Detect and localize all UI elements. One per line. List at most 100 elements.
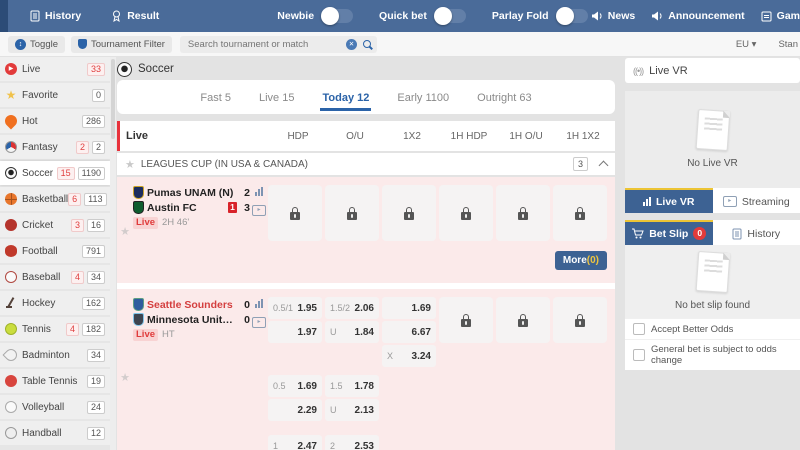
sidebar-item-handball[interactable]: Handball 12 xyxy=(0,421,110,445)
sidebar-item-hot[interactable]: Hot 286 xyxy=(0,109,110,133)
news-button[interactable]: News xyxy=(591,10,635,22)
search-box: ✕ xyxy=(180,36,377,53)
scrollbar-thumb[interactable] xyxy=(111,59,115,139)
odds-cell-hdp[interactable]: 12.47 xyxy=(268,435,322,450)
total-count-badge: 791 xyxy=(82,245,105,258)
total-count-badge: 113 xyxy=(84,193,106,206)
odds-change-checkbox[interactable] xyxy=(633,349,645,361)
odds-cell-1x2[interactable]: 1.69 xyxy=(382,297,436,319)
tab-history[interactable]: History xyxy=(713,220,800,245)
sidebar-item-table-tennis[interactable]: Table Tennis 19 xyxy=(0,369,110,393)
shuttlecock-icon xyxy=(3,347,20,364)
history-nav-button[interactable]: History xyxy=(30,10,81,22)
sidebar-item-volleyball[interactable]: Volleyball 24 xyxy=(0,395,110,419)
tab-outright[interactable]: Outright 63 xyxy=(475,84,533,111)
search-icon[interactable] xyxy=(363,40,371,48)
lock-icon xyxy=(461,212,471,220)
sidebar-item-soccer[interactable]: Soccer 15 1190 xyxy=(0,161,110,185)
stats-icon[interactable] xyxy=(255,187,263,196)
search-input[interactable] xyxy=(186,38,346,51)
game-label: Gam xyxy=(777,10,800,22)
view-mode-dropdown[interactable]: Stan xyxy=(778,39,798,50)
odds-cell-1x2[interactable]: 6.67 xyxy=(382,321,436,343)
tournament-filter-button[interactable]: Tournament Filter xyxy=(71,36,172,53)
empty-paper-icon xyxy=(695,251,730,293)
bet-slip-count-badge: 0 xyxy=(693,227,706,240)
collapse-chevron-icon[interactable] xyxy=(599,160,609,170)
sidebar-item-label: Fantasy xyxy=(22,142,58,153)
total-count-badge: 16 xyxy=(87,219,105,232)
odds-cell-hdp[interactable]: 2.29 xyxy=(268,399,322,421)
odds-cell-ou[interactable]: U2.13 xyxy=(325,399,379,421)
tab-today[interactable]: Today 12 xyxy=(320,84,371,111)
toggle-icon: ↕ xyxy=(15,39,26,50)
match-star-icon[interactable]: ★ xyxy=(120,225,130,238)
tv-stream-icon[interactable]: ▸ xyxy=(252,317,266,328)
league-header[interactable]: ★ LEAGUES CUP (IN USA & CANADA) 3 xyxy=(117,153,615,175)
tv-stream-icon[interactable]: ▸ xyxy=(252,205,266,216)
sidebar-item-live[interactable]: ▶ Live 33 xyxy=(0,57,110,81)
odds-cell-ou[interactable]: U1.84 xyxy=(325,321,379,343)
odds-cell-1x2[interactable]: X3.24 xyxy=(382,345,436,367)
column-hdp: HDP xyxy=(271,131,325,142)
total-count-badge: 0 xyxy=(92,89,105,102)
clear-search-icon[interactable]: ✕ xyxy=(346,39,357,50)
sidebar-item-badminton[interactable]: Badminton 34 xyxy=(0,343,110,367)
accept-better-odds-checkbox[interactable] xyxy=(633,323,645,335)
sidebar-item-hockey[interactable]: Hockey 162 xyxy=(0,291,110,315)
lock-icon xyxy=(404,212,414,220)
stats-icon[interactable] xyxy=(255,299,263,308)
sidebar-item-baseball[interactable]: Baseball 4 34 xyxy=(0,265,110,289)
lock-icon xyxy=(518,212,528,220)
result-nav-button[interactable]: Result xyxy=(111,10,159,22)
tab-bet-slip[interactable]: Bet Slip 0 xyxy=(625,220,713,245)
odds-column-header: Live HDP O/U 1X2 1H HDP 1H O/U 1H 1X2 xyxy=(117,121,615,151)
odds-cell-hdp[interactable]: 1.97 xyxy=(268,321,322,343)
odds-format-dropdown[interactable]: EU ▾ xyxy=(736,39,757,50)
sidebar-item-fantasy[interactable]: Fantasy 2 2 xyxy=(0,135,110,159)
odds-cell-hdp[interactable]: 0.5/11.95 xyxy=(268,297,322,319)
column-1x2: 1X2 xyxy=(385,131,439,142)
odds-cell-ou[interactable]: 1.51.78 xyxy=(325,375,379,397)
tab-live-vr[interactable]: Live VR xyxy=(625,188,713,213)
tab-live[interactable]: Live 15 xyxy=(257,84,296,111)
live-icon: ▶ xyxy=(5,63,17,75)
more-markets-button[interactable]: More(0) xyxy=(555,251,607,270)
total-count-badge: 2 xyxy=(92,141,105,154)
no-bet-slip-text: No bet slip found xyxy=(675,300,750,311)
sidebar-item-label: Volleyball xyxy=(22,402,64,413)
sidebar-item-cricket[interactable]: Cricket 3 16 xyxy=(0,213,110,237)
tab-early[interactable]: Early 1100 xyxy=(395,84,451,111)
odds-cell-ou[interactable]: 22.53 xyxy=(325,435,379,450)
total-count-badge: 1190 xyxy=(78,167,105,180)
odds-cell-hdp[interactable]: 0.51.69 xyxy=(268,375,322,397)
tab-streaming[interactable]: ▸ Streaming xyxy=(713,188,800,213)
sidebar-item-label: Cricket xyxy=(22,220,53,231)
sidebar-item-favorite[interactable]: ★ Favorite 0 xyxy=(0,83,110,107)
home-team-name: Pumas UNAM (N) xyxy=(147,187,237,199)
parlay-toggle[interactable] xyxy=(558,9,588,23)
announcement-button[interactable]: Announcement xyxy=(651,10,744,22)
odds-toggle-button[interactable]: ↕ Toggle xyxy=(8,36,65,53)
league-star-icon[interactable]: ★ xyxy=(125,158,135,171)
match-star-icon[interactable]: ★ xyxy=(120,371,130,384)
sidebar-item-basketball[interactable]: Basketball 6 113 xyxy=(0,187,110,211)
away-score: 3 xyxy=(240,202,250,214)
odds-cell-ou[interactable]: 1.5/22.06 xyxy=(325,297,379,319)
sidebar-scrollbar[interactable] xyxy=(110,57,116,450)
sidebar-item-tennis[interactable]: Tennis 4 182 xyxy=(0,317,110,341)
hdp-column: 0.5/11.95 1.97 0.51.69 2.29 12.47 xyxy=(268,297,322,450)
bet-options: Accept Better Odds General bet is subjec… xyxy=(625,318,800,370)
sidebar-item-label: Hockey xyxy=(22,298,55,309)
game-button[interactable]: Gam xyxy=(761,10,800,22)
tab-fast[interactable]: Fast 5 xyxy=(198,84,233,111)
toggle-knob xyxy=(321,7,339,25)
live-count-badge: 33 xyxy=(87,63,105,76)
lock-icon xyxy=(575,212,585,220)
newbie-toggle[interactable] xyxy=(323,9,353,23)
sidebar-item-football[interactable]: Football 791 xyxy=(0,239,110,263)
quickbet-toggle[interactable] xyxy=(436,9,466,23)
total-count-badge: 24 xyxy=(87,401,105,414)
sidebar-item-label: Basketball xyxy=(22,194,68,205)
sidebar-item-label: Baseball xyxy=(22,272,60,283)
